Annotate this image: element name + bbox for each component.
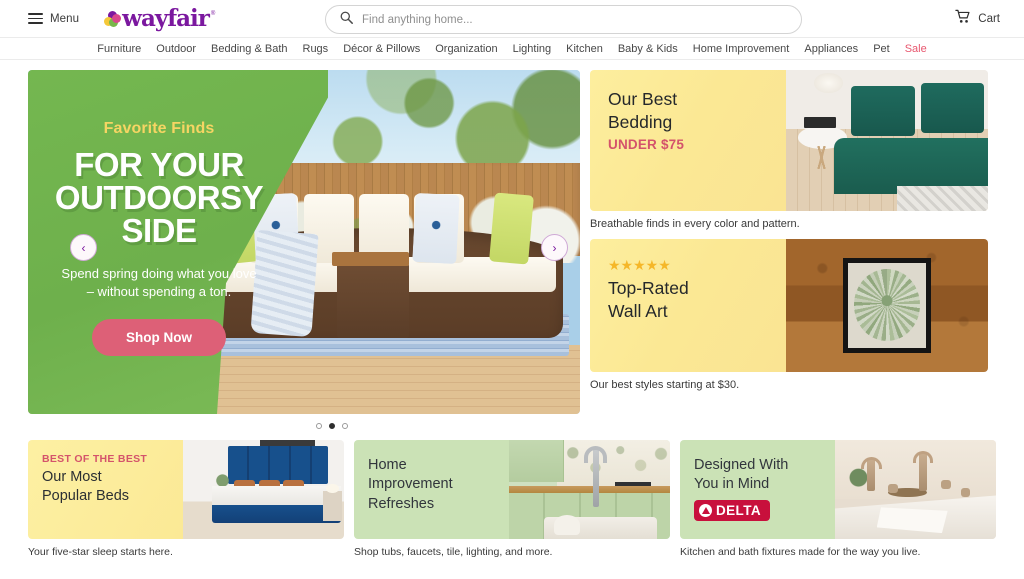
cart-icon — [955, 9, 971, 29]
promo-bedding-kicker: UNDER $75 — [608, 137, 685, 153]
nav-item-outdoor[interactable]: Outdoor — [156, 43, 196, 55]
hamburger-icon — [28, 13, 43, 24]
carousel-dot-2[interactable] — [329, 423, 335, 429]
tile-popular-beds-heading-line-1: Our Most — [42, 469, 102, 485]
tile-popular-beds-heading-line-2: Popular Beds — [42, 488, 130, 505]
carousel-dot-3[interactable] — [342, 423, 348, 429]
promo-card-wall-art[interactable]: ★★★★★ Top-Rated Wall Art Our best styles… — [590, 239, 988, 391]
tile-home-improvement-text: Home Improvement Refreshes — [354, 440, 509, 539]
carousel-dots-row — [28, 414, 996, 429]
carousel-prev-arrow-icon[interactable]: ‹ — [70, 234, 97, 261]
nav-item-organization[interactable]: Organization — [435, 43, 497, 55]
nav-item-furniture[interactable]: Furniture — [97, 43, 141, 55]
promo-wall-art-heading-line-2: Wall Art — [608, 301, 668, 322]
nav-item-lighting[interactable]: Lighting — [513, 43, 552, 55]
promo-wall-art-caption: Our best styles starting at $30. — [590, 379, 740, 391]
nav-item-bedding-bath[interactable]: Bedding & Bath — [211, 43, 287, 55]
framed-art — [842, 257, 932, 354]
main-content: Favorite Finds FOR YOUR OUTDOORSY SIDE S… — [0, 60, 1024, 429]
rating-stars-icon: ★★★★★ — [608, 257, 671, 273]
search-bar[interactable] — [325, 5, 802, 34]
tile-delta-heading-line-2: You in Mind — [694, 476, 770, 493]
logo-wordmark: wayfair — [122, 5, 210, 32]
promo-column: Our Best Bedding UNDER $75 Breathable fi… — [590, 70, 988, 414]
carousel-dots — [56, 423, 608, 429]
tile-popular-beds[interactable]: BEST OF THE BEST Our Most Popular Beds Y… — [28, 440, 344, 558]
tile-popular-beds-eyebrow: BEST OF THE BEST — [42, 453, 148, 465]
tile-home-improvement-heading: Home Improvement Refreshes — [368, 456, 509, 514]
promo-wall-art-heading-line-1: Top-Rated — [608, 278, 689, 298]
tile-home-improvement-heading-line-1: Home — [368, 457, 407, 473]
tile-popular-beds-text: BEST OF THE BEST Our Most Popular Beds — [28, 440, 183, 539]
promo-wall-art-heading: Top-Rated Wall Art — [608, 277, 786, 323]
site-header: Menu wayfair ® Cart — [0, 0, 1024, 38]
hero-subtitle: Spend spring doing what you love – witho… — [61, 266, 257, 299]
logo-trademark: ® — [210, 11, 216, 17]
promo-wall-art-text: ★★★★★ Top-Rated Wall Art — [590, 239, 786, 372]
nav-item-home-improvement[interactable]: Home Improvement — [693, 43, 790, 55]
tile-delta-caption: Kitchen and bath fixtures made for the w… — [680, 546, 921, 558]
tile-delta-heading: Designed With You in Mind — [694, 456, 835, 495]
tile-home-improvement-caption: Shop tubs, faucets, tile, lighting, and … — [354, 546, 553, 558]
tile-home-improvement-image — [508, 440, 670, 539]
feature-tiles-row: BEST OF THE BEST Our Most Popular Beds Y… — [0, 440, 1024, 558]
search-input[interactable] — [362, 13, 787, 26]
category-nav: Furniture Outdoor Bedding & Bath Rugs Dé… — [0, 38, 1024, 60]
hero-eyebrow: Favorite Finds — [103, 120, 215, 137]
menu-button[interactable]: Menu — [28, 13, 79, 25]
nav-item-decor-pillows[interactable]: Décor & Pillows — [343, 43, 420, 55]
shop-now-button[interactable]: Shop Now — [92, 319, 226, 357]
cart-button[interactable]: Cart — [955, 9, 1000, 29]
search-icon — [340, 11, 353, 29]
nav-item-baby-kids[interactable]: Baby & Kids — [618, 43, 678, 55]
delta-triangle-icon — [699, 503, 712, 517]
promo-bedding-heading: Our Best Bedding — [608, 88, 786, 134]
tile-popular-beds-heading: Our Most Popular Beds — [42, 468, 183, 507]
tile-delta-text: Designed With You in Mind DELTA — [680, 440, 835, 539]
nav-item-kitchen[interactable]: Kitchen — [566, 43, 603, 55]
promo-bedding-heading-line-2: Bedding — [608, 112, 673, 133]
tile-delta-heading-line-1: Designed With — [694, 457, 789, 473]
tile-home-improvement[interactable]: Home Improvement Refreshes Shop tubs, fa… — [354, 440, 670, 558]
promo-wall-art-image — [786, 239, 988, 372]
promo-bedding-text: Our Best Bedding UNDER $75 — [590, 70, 786, 211]
wayfair-clover-logo-icon — [104, 10, 121, 27]
promo-card-bedding[interactable]: Our Best Bedding UNDER $75 Breathable fi… — [590, 70, 988, 230]
promo-bedding-image — [786, 70, 988, 211]
tile-popular-beds-caption: Your five-star sleep starts here. — [28, 546, 173, 558]
tile-home-improvement-heading-line-3: Refreshes — [368, 495, 435, 512]
tile-delta-image — [834, 440, 996, 539]
menu-button-label: Menu — [50, 12, 80, 25]
tile-delta-fixtures[interactable]: Designed With You in Mind DELTA Kitchen … — [680, 440, 996, 558]
hero-and-promos-row: Favorite Finds FOR YOUR OUTDOORSY SIDE S… — [28, 70, 996, 414]
nav-item-appliances[interactable]: Appliances — [804, 43, 858, 55]
promo-bedding-heading-line-1: Our Best — [608, 89, 678, 109]
promo-bedding-caption: Breathable finds in every color and patt… — [590, 218, 800, 230]
nav-item-rugs[interactable]: Rugs — [303, 43, 329, 55]
delta-brand-badge: DELTA — [694, 499, 770, 521]
cart-button-label: Cart — [978, 12, 1000, 25]
nav-item-sale[interactable]: Sale — [905, 43, 927, 55]
tile-popular-beds-image — [182, 440, 344, 539]
hero-carousel[interactable]: Favorite Finds FOR YOUR OUTDOORSY SIDE S… — [28, 70, 580, 414]
hero-title: FOR YOUR OUTDOORSY SIDE — [54, 146, 264, 247]
hero-title-line-1: FOR YOUR — [74, 146, 244, 183]
nav-item-pet[interactable]: Pet — [873, 43, 890, 55]
carousel-dot-1[interactable] — [316, 423, 322, 429]
wayfair-logo[interactable]: wayfair ® — [104, 7, 215, 30]
carousel-next-arrow-icon[interactable]: › — [541, 234, 568, 261]
hero-title-line-2: OUTDOORSY — [54, 179, 264, 216]
tile-home-improvement-heading-line-2: Improvement — [368, 476, 453, 493]
delta-brand-name: DELTA — [716, 502, 761, 518]
hero-copy-block: Favorite Finds FOR YOUR OUTDOORSY SIDE S… — [28, 70, 290, 414]
